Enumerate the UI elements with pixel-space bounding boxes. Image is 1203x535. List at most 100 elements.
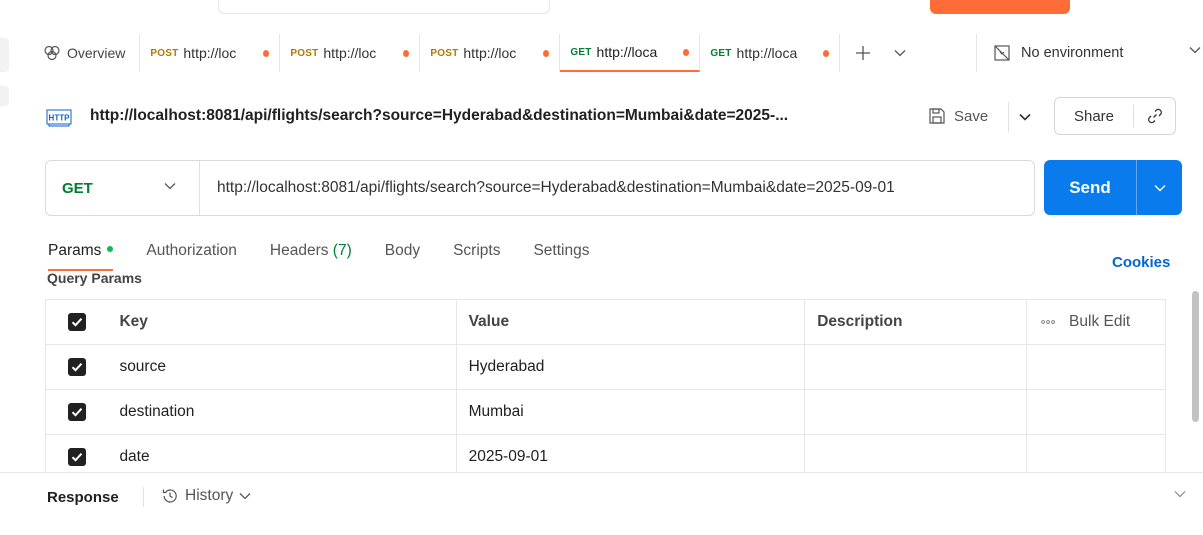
chevron-down-icon bbox=[1189, 47, 1201, 54]
request-section-tabs: Params Authorization Headers (7) Body Sc… bbox=[48, 242, 622, 272]
param-value[interactable]: Mumbai bbox=[455, 389, 806, 435]
tab-method: POST bbox=[150, 47, 179, 59]
save-options-chevron-icon[interactable] bbox=[1014, 106, 1036, 128]
request-tab[interactable]: POST http://loc bbox=[280, 34, 421, 72]
tab-scripts-label: Scripts bbox=[453, 242, 501, 259]
save-divider bbox=[1008, 102, 1009, 132]
value-column-header: Value bbox=[455, 299, 806, 345]
left-sidebar-edge bbox=[0, 34, 10, 534]
request-tab-active[interactable]: GET http://loca bbox=[560, 34, 701, 72]
key-column-header: Key bbox=[107, 299, 457, 345]
request-tab[interactable]: GET http://loca bbox=[700, 34, 841, 72]
sidebar-edge-block bbox=[0, 38, 9, 72]
overview-icon bbox=[44, 45, 60, 61]
query-params-title: Query Params bbox=[47, 270, 142, 286]
tab-body-label: Body bbox=[384, 242, 421, 259]
send-options-chevron-icon[interactable] bbox=[1137, 184, 1182, 192]
table-header-row: Key Value Description Bulk Edit bbox=[45, 299, 1166, 345]
table-row: destination Mumbai bbox=[45, 389, 1166, 435]
top-upgrade-button[interactable] bbox=[930, 0, 1070, 14]
row-extra-cell bbox=[1026, 389, 1166, 435]
tabs-more-chevron-icon[interactable] bbox=[880, 34, 920, 72]
tab-overview-label: Overview bbox=[67, 45, 126, 61]
share-button[interactable]: Share bbox=[1054, 97, 1176, 135]
param-key[interactable]: destination bbox=[107, 389, 457, 435]
more-options-icon[interactable] bbox=[1041, 319, 1055, 325]
history-button[interactable]: History bbox=[161, 487, 251, 505]
table-row: source Hyderabad bbox=[45, 344, 1166, 390]
send-button[interactable]: Send bbox=[1044, 160, 1182, 215]
http-icon: HTTP bbox=[46, 109, 72, 127]
share-label: Share bbox=[1073, 107, 1115, 125]
chevron-down-icon bbox=[164, 183, 176, 190]
request-title[interactable]: http://localhost:8081/api/flights/search… bbox=[90, 107, 788, 125]
method-value: GET bbox=[62, 179, 93, 197]
row-checkbox[interactable] bbox=[67, 357, 86, 376]
send-label: Send bbox=[1069, 177, 1111, 197]
bulk-edit-cell: Bulk Edit bbox=[1026, 299, 1166, 345]
unsaved-dot-icon bbox=[822, 49, 830, 57]
svg-text:HTTP: HTTP bbox=[49, 114, 71, 123]
tab-method: GET bbox=[710, 47, 732, 59]
tab-body[interactable]: Body bbox=[385, 242, 420, 270]
unsaved-dot-icon bbox=[263, 49, 270, 57]
tab-label: http://loc bbox=[323, 45, 377, 61]
tab-method: POST bbox=[290, 47, 319, 59]
tab-method: POST bbox=[430, 47, 459, 59]
request-tab[interactable]: POST http://loc bbox=[140, 34, 281, 72]
tab-overview[interactable]: Overview bbox=[33, 34, 141, 72]
top-strip bbox=[0, 0, 1203, 18]
tab-label: http://loca bbox=[596, 44, 658, 60]
history-icon bbox=[162, 489, 177, 503]
method-select[interactable]: GET bbox=[46, 161, 200, 215]
response-divider bbox=[143, 487, 144, 507]
unsaved-dot-icon bbox=[682, 48, 690, 56]
save-button[interactable]: Save bbox=[928, 100, 988, 132]
tab-params[interactable]: Params bbox=[48, 242, 114, 271]
url-input[interactable] bbox=[200, 161, 1034, 215]
history-label: History bbox=[185, 487, 234, 504]
no-environment-icon bbox=[994, 45, 1010, 61]
tab-settings[interactable]: Settings bbox=[533, 242, 589, 270]
expand-response-chevron-icon[interactable] bbox=[1174, 490, 1186, 498]
request-header: HTTP http://localhost:8081/api/flights/s… bbox=[46, 96, 1183, 136]
cookies-link[interactable]: Cookies bbox=[1112, 254, 1170, 271]
param-description[interactable] bbox=[804, 344, 1028, 390]
response-label[interactable]: Response bbox=[47, 489, 119, 506]
tab-label: http://loca bbox=[736, 45, 798, 61]
row-checkbox-cell bbox=[45, 344, 108, 390]
param-key[interactable]: source bbox=[107, 344, 457, 390]
params-scrollbar[interactable] bbox=[1192, 291, 1199, 422]
row-checkbox[interactable] bbox=[67, 402, 86, 421]
response-panel-header: Response History bbox=[0, 472, 1203, 535]
chevron-down-icon bbox=[239, 493, 251, 500]
tab-label: http://loc bbox=[463, 45, 517, 61]
copy-link-icon[interactable] bbox=[1134, 107, 1175, 125]
tab-headers-label: Headers bbox=[269, 242, 329, 259]
row-checkbox[interactable] bbox=[67, 447, 86, 466]
params-active-dot-icon bbox=[107, 245, 114, 252]
param-value[interactable]: Hyderabad bbox=[455, 344, 806, 390]
description-column-header: Description bbox=[804, 299, 1028, 345]
bulk-edit-button[interactable]: Bulk Edit bbox=[1069, 313, 1130, 331]
new-tab-plus-icon[interactable] bbox=[846, 34, 880, 72]
headers-count: (7) bbox=[332, 242, 352, 259]
select-all-checkbox[interactable] bbox=[67, 312, 86, 331]
param-description[interactable] bbox=[804, 389, 1028, 435]
request-tab[interactable]: POST http://loc bbox=[420, 34, 561, 72]
tab-scripts[interactable]: Scripts bbox=[453, 242, 500, 270]
row-checkbox-cell bbox=[45, 389, 108, 435]
save-icon bbox=[929, 108, 945, 124]
request-tab-bar: Overview POST http://loc POST http://loc… bbox=[33, 34, 1203, 72]
tab-params-label: Params bbox=[48, 242, 102, 259]
row-extra-cell bbox=[1026, 344, 1166, 390]
sidebar-edge-block bbox=[0, 86, 9, 106]
environment-selector[interactable]: No environment bbox=[976, 34, 1203, 72]
tab-settings-label: Settings bbox=[533, 242, 590, 259]
tab-authorization[interactable]: Authorization bbox=[146, 242, 236, 270]
top-search-box[interactable] bbox=[218, 0, 550, 14]
tab-method: GET bbox=[570, 46, 592, 58]
save-label: Save bbox=[954, 107, 989, 125]
unsaved-dot-icon bbox=[403, 49, 410, 57]
tab-headers[interactable]: Headers (7) bbox=[270, 242, 352, 270]
